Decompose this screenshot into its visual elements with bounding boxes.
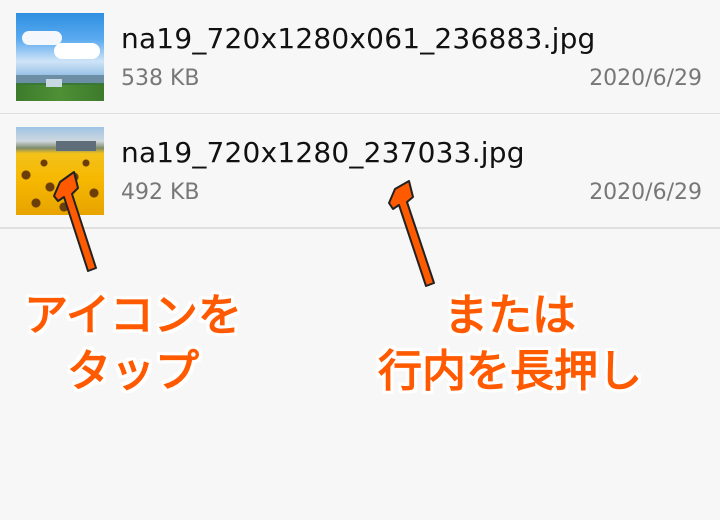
file-thumbnail-icon[interactable] [16, 13, 104, 101]
callout-line: アイコンを [24, 290, 242, 341]
callout-line: タップ [67, 346, 199, 397]
file-date: 2020/6/29 [589, 180, 702, 205]
file-name: na19_720x1280x061_236883.jpg [121, 22, 596, 55]
cloud-shape [22, 31, 62, 45]
callout-line: または [444, 290, 576, 341]
instruction-callout: アイコンを タップ [8, 288, 258, 400]
instruction-callout: または 行内を長押し [350, 288, 670, 400]
file-row[interactable]: na19_720x1280x061_236883.jpg 538 KB 2020… [0, 0, 720, 115]
field-shape [16, 85, 104, 101]
house-shape [46, 79, 62, 87]
file-date: 2020/6/29 [589, 66, 702, 91]
file-name: na19_720x1280_237033.jpg [121, 136, 525, 169]
callout-line: 行内を長押し [378, 346, 642, 397]
file-size: 492 KB [121, 180, 200, 205]
cloud-shape [54, 43, 100, 59]
file-size: 538 KB [121, 66, 200, 91]
barn-shape [56, 141, 96, 151]
file-row[interactable]: na19_720x1280_237033.jpg 492 KB 2020/6/2… [0, 114, 720, 229]
file-thumbnail-icon[interactable] [16, 127, 104, 215]
